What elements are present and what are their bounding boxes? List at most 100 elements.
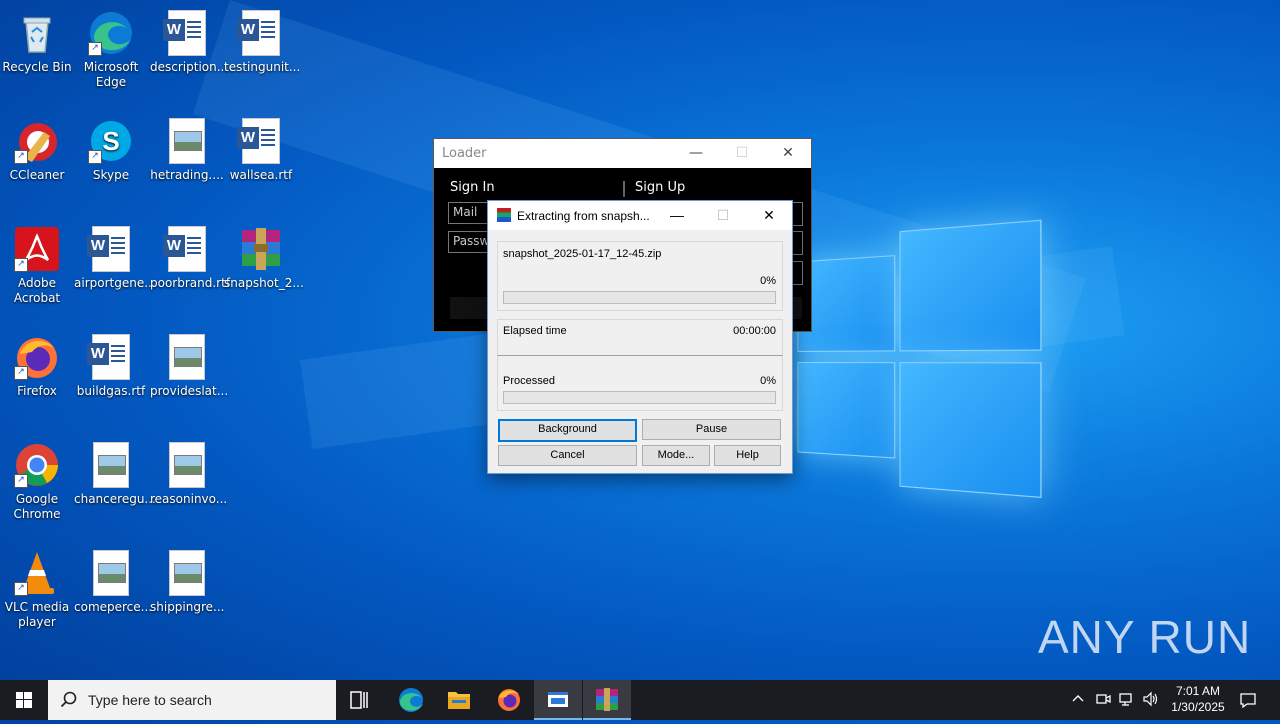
shortcut-arrow-icon: ↗ (88, 42, 102, 56)
desktop-icon-microsoft-edge[interactable]: ↗ Microsoft Edge (74, 4, 148, 90)
desktop-icon-snapshot-archive[interactable]: snapshot_2... (224, 220, 304, 291)
word-document-icon: W (163, 10, 210, 56)
desktop-icon-label: Recycle Bin (2, 60, 72, 74)
meet-now-icon[interactable] (1095, 691, 1111, 710)
desktop-icon-recycle-bin[interactable]: Recycle Bin (0, 4, 74, 75)
application-window-icon (548, 692, 568, 707)
volume-icon[interactable] (1142, 691, 1160, 710)
pause-button[interactable]: Pause (642, 419, 781, 440)
desktop-icon-ccleaner[interactable]: ↗ CCleaner (0, 112, 74, 183)
desktop-icon-label: Microsoft Edge (83, 60, 139, 89)
folder-icon (448, 692, 470, 709)
desktop-icon-label: wallsea.rtf (229, 168, 293, 182)
maximize-button[interactable]: ☐ (700, 201, 746, 230)
elapsed-group: Elapsed time 00:00:00 (497, 319, 783, 357)
archive-filename: snapshot_2025-01-17_12-45.zip (503, 248, 662, 260)
maximize-button[interactable]: ☐ (719, 139, 765, 168)
desktop-icon-vlc[interactable]: ↗ VLC media player (0, 544, 74, 630)
desktop-icon-adobe-acrobat[interactable]: ↗ Adobe Acrobat (0, 220, 74, 306)
desktop-icon-label: Skype (92, 168, 130, 182)
ccleaner-icon: ↗ (14, 118, 60, 164)
desktop-icon-firefox[interactable]: ↗ Firefox (0, 328, 74, 399)
winrar-icon (596, 688, 618, 711)
anyrun-watermark: ANY RUN (1038, 611, 1252, 663)
taskbar-edge[interactable] (387, 680, 435, 720)
desktop-icon-label: comeperce... (74, 600, 153, 614)
minimize-button[interactable]: — (654, 201, 700, 230)
desktop-icon-label: buildgas.rtf (76, 384, 146, 398)
taskbar-search-box[interactable]: Type here to search (48, 680, 336, 720)
firefox-icon (498, 689, 520, 711)
search-placeholder: Type here to search (88, 692, 212, 708)
image-file-icon (164, 334, 210, 380)
desktop-icon-poorbrand[interactable]: W poorbrand.rtf (150, 220, 230, 291)
desktop-icon-hetrading[interactable]: hetrading.... (150, 112, 224, 183)
sign-in-tab[interactable]: Sign In (450, 180, 495, 195)
shortcut-arrow-icon: ↗ (14, 366, 28, 380)
desktop-icon-label: provideslat... (150, 384, 229, 398)
word-document-icon: W (163, 226, 210, 272)
loader-titlebar[interactable]: Loader — ☐ ✕ (434, 139, 811, 168)
chevron-up-icon[interactable] (1071, 692, 1085, 709)
network-icon[interactable] (1119, 691, 1135, 710)
taskbar-winrar[interactable] (583, 680, 631, 720)
close-button[interactable]: ✕ (746, 201, 792, 230)
edge-icon (399, 688, 423, 712)
task-view-icon (350, 691, 368, 709)
desktop-icon-airportgene[interactable]: W airportgene... (74, 220, 156, 291)
notification-icon[interactable] (1239, 691, 1257, 712)
background-button[interactable]: Background (498, 419, 637, 442)
desktop-icon-buildgas[interactable]: W buildgas.rtf (74, 328, 148, 399)
desktop-icon-label: reasoninvo... (150, 492, 228, 506)
desktop-icon-label: Google Chrome (13, 492, 61, 521)
winrar-extract-dialog: Extracting from snapsh... — ☐ ✕ snapshot… (487, 200, 793, 474)
processed-percent: 0% (760, 375, 776, 387)
shortcut-arrow-icon: ↗ (14, 258, 28, 272)
desktop-icon-comeperce[interactable]: comeperce... (74, 544, 153, 615)
clock-date: 1/30/2025 (1171, 700, 1225, 714)
desktop-icon-label: Adobe Acrobat (13, 276, 61, 305)
firefox-icon: ↗ (14, 334, 60, 380)
skype-icon: S ↗ (88, 118, 134, 164)
winrar-titlebar[interactable]: Extracting from snapsh... — ☐ ✕ (488, 201, 792, 230)
desktop-icon-description[interactable]: W description... (150, 4, 228, 75)
adobe-acrobat-icon: ↗ (14, 226, 60, 272)
desktop-icon-chanceregu[interactable]: chanceregu... (74, 436, 156, 507)
taskbar-file-explorer[interactable] (435, 680, 483, 720)
processed-progress-bar (503, 391, 776, 404)
cancel-button[interactable]: Cancel (498, 445, 637, 466)
desktop-icon-skype[interactable]: S ↗ Skype (74, 112, 148, 183)
taskbar-firefox[interactable] (485, 680, 533, 720)
sign-up-tab[interactable]: Sign Up (635, 180, 685, 195)
desktop-icon-reasoninvo[interactable]: reasoninvo... (150, 436, 228, 507)
desktop-icon-label: CCleaner (9, 168, 65, 182)
image-file-icon (164, 550, 210, 596)
shortcut-arrow-icon: ↗ (14, 474, 28, 488)
search-icon (60, 691, 77, 708)
help-button[interactable]: Help (714, 445, 781, 466)
file-progress-bar (503, 291, 776, 304)
word-document-icon: W (237, 118, 284, 164)
desktop-icon-label: airportgene... (74, 276, 156, 290)
desktop-icon-shippingre[interactable]: shippingre... (150, 544, 224, 615)
file-progress-group: snapshot_2025-01-17_12-45.zip 0% (497, 241, 783, 311)
minimize-button[interactable]: — (673, 139, 719, 168)
processed-group: Processed 0% (497, 355, 783, 411)
mode-button[interactable]: Mode... (642, 445, 710, 466)
taskbar-clock[interactable]: 7:01 AM 1/30/2025 (1168, 684, 1228, 714)
shortcut-arrow-icon: ↗ (14, 582, 28, 596)
start-button[interactable] (0, 680, 48, 720)
desktop-icon-testingunit[interactable]: W testingunit... (224, 4, 300, 75)
processed-label: Processed (503, 375, 555, 387)
winrar-title: Extracting from snapsh... (517, 209, 650, 223)
image-file-icon (88, 442, 134, 488)
desktop-icon-provideslat[interactable]: provideslat... (150, 328, 229, 399)
desktop-icon-label: VLC media player (4, 600, 70, 629)
elapsed-value: 00:00:00 (733, 325, 776, 337)
image-file-icon (164, 118, 210, 164)
task-view-button[interactable] (336, 680, 384, 720)
close-button[interactable]: ✕ (765, 139, 811, 168)
taskbar-loader-app[interactable] (534, 680, 582, 720)
desktop-icon-google-chrome[interactable]: ↗ Google Chrome (0, 436, 74, 522)
desktop-icon-wallsea[interactable]: W wallsea.rtf (224, 112, 298, 183)
